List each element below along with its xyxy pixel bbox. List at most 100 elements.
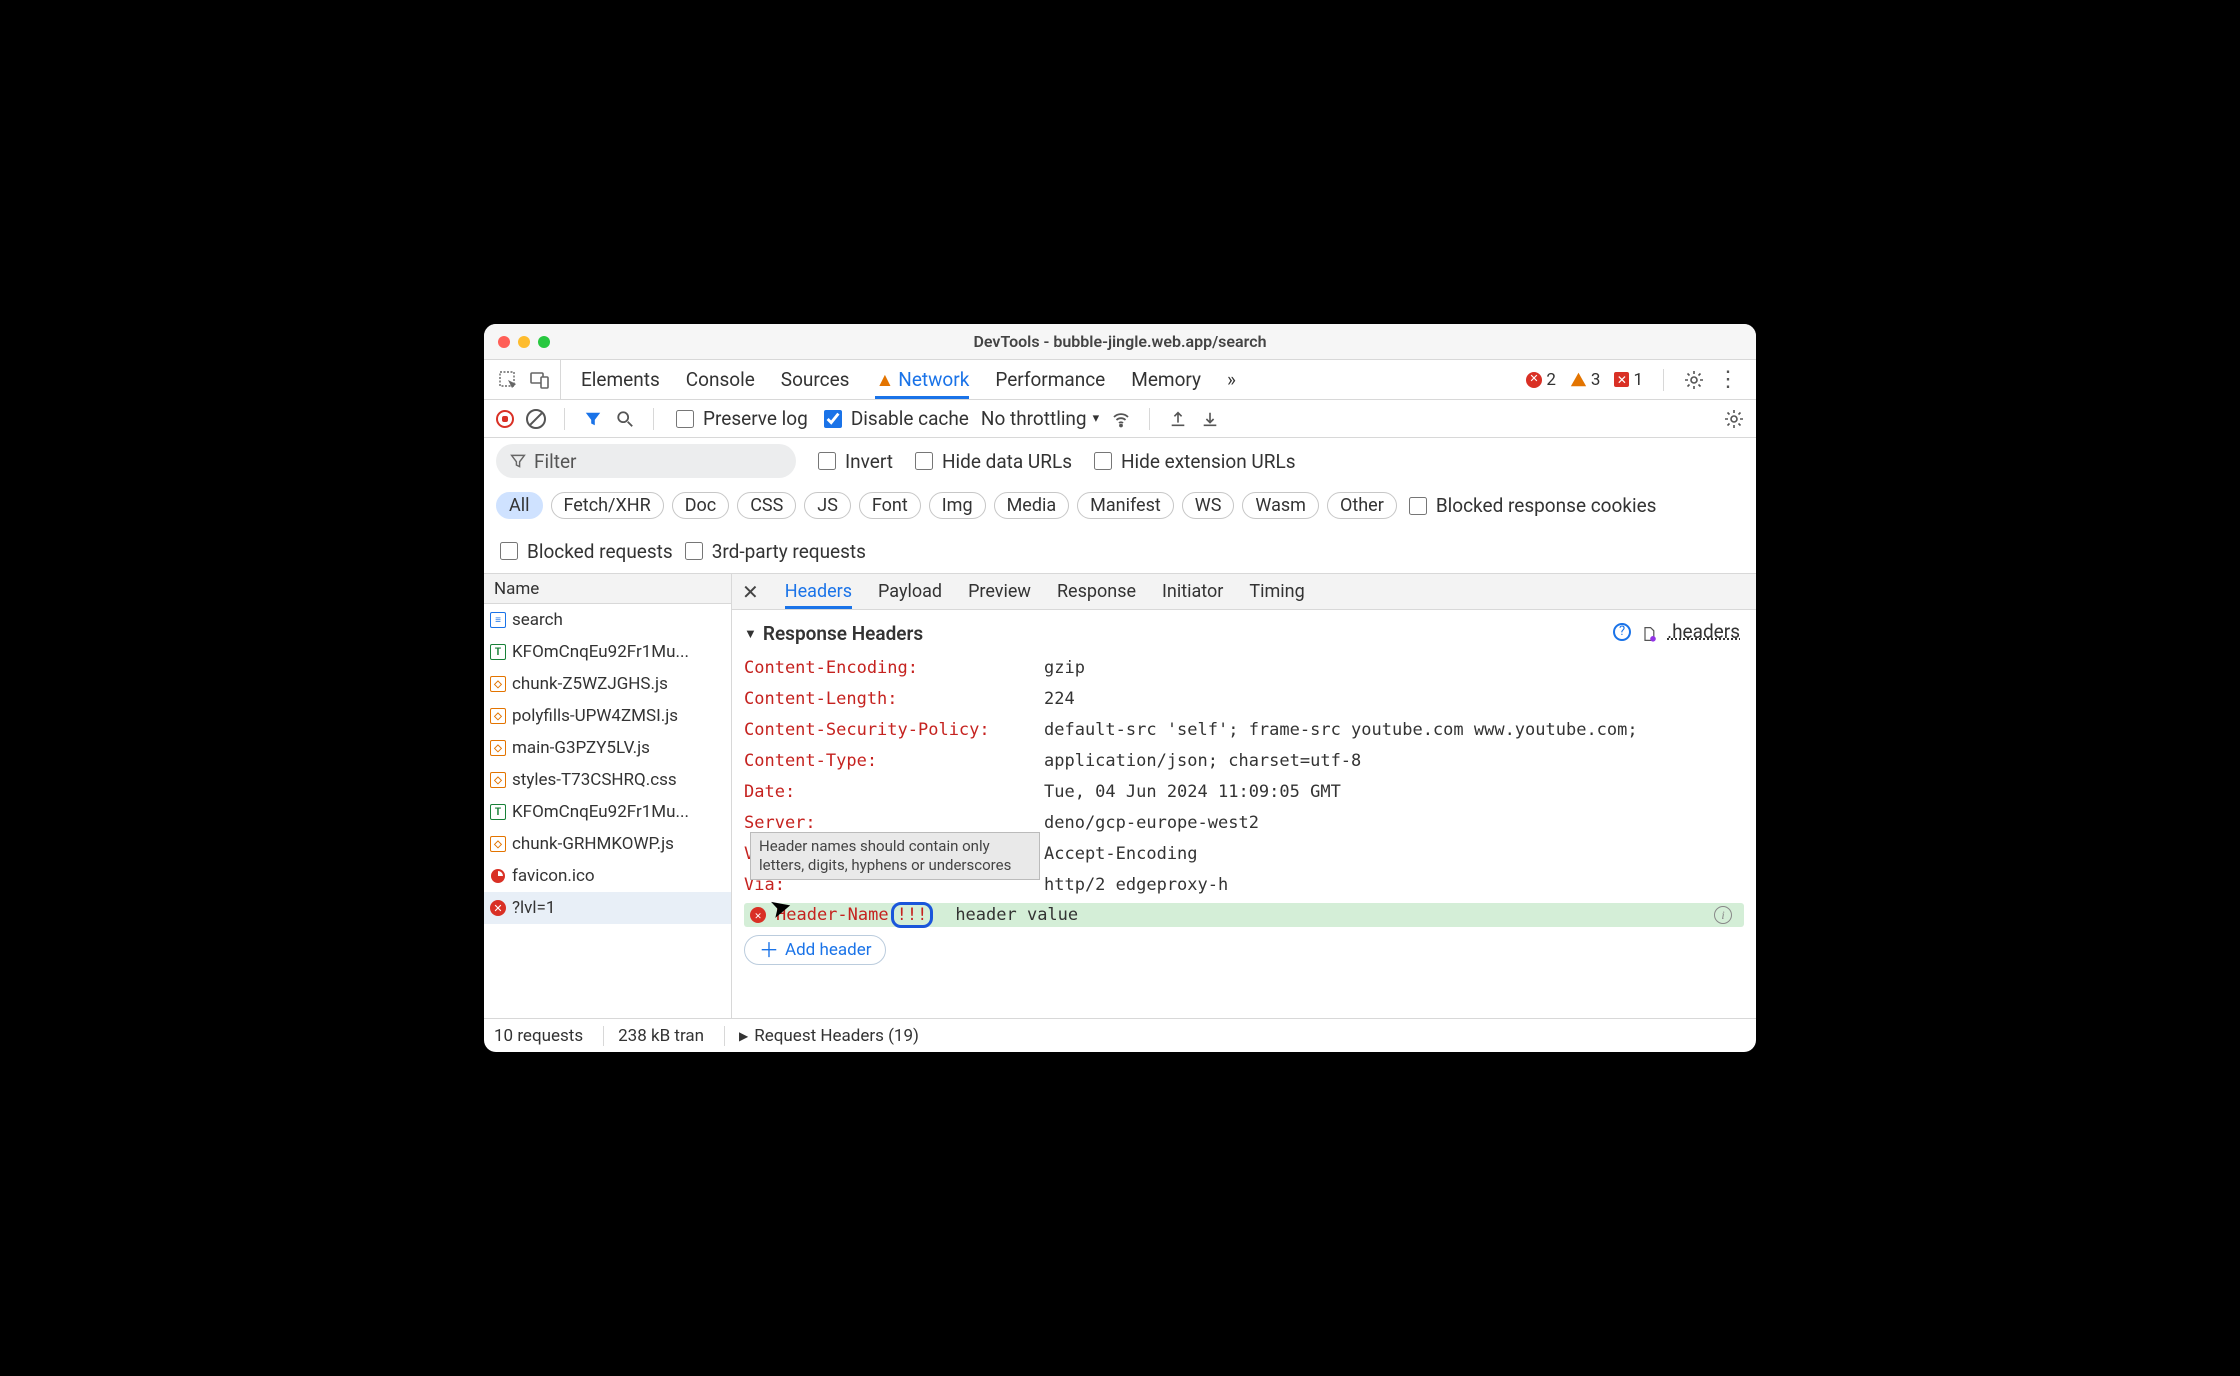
request-row[interactable]: ≡search: [484, 604, 731, 636]
inspect-icon[interactable]: [498, 370, 518, 390]
header-name: Content-Type:: [744, 746, 1044, 777]
plus-icon: ＋: [759, 944, 779, 956]
detail-tab-headers[interactable]: Headers: [785, 574, 852, 609]
header-name: Content-Security-Policy:: [744, 715, 1044, 746]
info-icon[interactable]: i: [1714, 906, 1732, 924]
type-pill-ws[interactable]: WS: [1182, 492, 1235, 519]
header-row: Content-Encoding:gzip: [744, 653, 1744, 684]
type-pill-fetchxhr[interactable]: Fetch/XHR: [551, 492, 664, 519]
error-icon: ✕: [750, 907, 766, 923]
disable-cache-checkbox[interactable]: Disable cache: [820, 407, 969, 431]
new-header-value[interactable]: header value: [935, 905, 1738, 925]
request-name: ?lvl=1: [512, 898, 555, 918]
hide-data-urls-checkbox[interactable]: Hide data URLs: [911, 449, 1072, 473]
favicon-icon: [490, 868, 506, 884]
error-count[interactable]: 2: [1526, 370, 1556, 390]
hide-extension-urls-checkbox[interactable]: Hide extension URLs: [1090, 449, 1296, 473]
request-row[interactable]: favicon.ico: [484, 860, 731, 892]
type-pill-css[interactable]: CSS: [737, 492, 796, 519]
type-pill-media[interactable]: Media: [994, 492, 1070, 519]
headers-file-link[interactable]: .headers: [1667, 620, 1740, 643]
status-bar: 10 requests 238 kB tran ▶ Request Header…: [484, 1018, 1756, 1052]
type-pill-other[interactable]: Other: [1327, 492, 1397, 519]
filter-toggle-icon[interactable]: [583, 409, 603, 429]
type-pill-wasm[interactable]: Wasm: [1242, 492, 1319, 519]
column-header-name[interactable]: Name: [484, 574, 731, 604]
detail-tab-payload[interactable]: Payload: [878, 574, 942, 609]
add-header-button[interactable]: ＋ Add header: [744, 935, 886, 965]
search-icon[interactable]: [615, 409, 635, 429]
network-toolbar: Preserve log Disable cache No throttling…: [484, 400, 1756, 438]
more-menu-icon[interactable]: ⋮: [1718, 370, 1738, 390]
request-name: KFOmCnqEu92Fr1Mu...: [512, 802, 689, 822]
detail-tab-initiator[interactable]: Initiator: [1162, 574, 1223, 609]
override-file-icon[interactable]: [1641, 624, 1657, 640]
header-value: Accept-Encoding: [1044, 839, 1198, 870]
more-tabs-button[interactable]: »: [1227, 360, 1236, 399]
clear-button[interactable]: [526, 409, 546, 429]
tab-network[interactable]: ▲Network: [875, 360, 969, 399]
main-tabs: Elements Console Sources ▲Network Performanc…: [561, 360, 1514, 399]
type-pill-doc[interactable]: Doc: [672, 492, 730, 519]
filter-input[interactable]: Filter: [496, 444, 796, 478]
type-pill-img[interactable]: Img: [929, 492, 986, 519]
throttling-dropdown[interactable]: No throttling▾: [981, 407, 1099, 430]
invert-checkbox[interactable]: Invert: [814, 449, 893, 473]
type-pill-all[interactable]: All: [496, 492, 543, 519]
type-pill-font[interactable]: Font: [859, 492, 921, 519]
main-tabs-bar: Elements Console Sources ▲Network Performanc…: [484, 360, 1756, 400]
request-name: styles-T73CSHRQ.css: [512, 770, 677, 790]
type-pill-manifest[interactable]: Manifest: [1077, 492, 1174, 519]
blocked-requests-checkbox[interactable]: Blocked requests: [496, 539, 673, 563]
document-icon: ≡: [490, 612, 506, 628]
header-value: 224: [1044, 684, 1075, 715]
request-row[interactable]: ◇main-G3PZY5LV.js: [484, 732, 731, 764]
warning-triangle-icon: ▲: [875, 368, 894, 392]
tab-sources[interactable]: Sources: [781, 360, 850, 399]
record-button[interactable]: [496, 410, 514, 428]
request-row[interactable]: ◇chunk-Z5WZJGHS.js: [484, 668, 731, 700]
request-headers-section[interactable]: ▶ Request Headers (19): [724, 1026, 919, 1046]
request-row[interactable]: ◇polyfills-UPW4ZMSI.js: [484, 700, 731, 732]
request-row[interactable]: ◇ chunk-GRHMKOWP.js: [484, 828, 731, 860]
preserve-log-checkbox[interactable]: Preserve log: [672, 407, 808, 431]
request-name: chunk-GRHMKOWP.js: [512, 834, 674, 854]
tab-elements[interactable]: Elements: [581, 360, 660, 399]
detail-tab-preview[interactable]: Preview: [968, 574, 1031, 609]
issue-count[interactable]: ✕1: [1614, 370, 1643, 390]
script-icon: ◇: [490, 708, 506, 724]
detail-tab-response[interactable]: Response: [1057, 574, 1136, 609]
settings-gear-icon[interactable]: [1684, 370, 1704, 390]
third-party-checkbox[interactable]: 3rd-party requests: [681, 539, 866, 563]
upload-har-icon[interactable]: [1168, 409, 1188, 429]
type-pill-js[interactable]: JS: [804, 492, 851, 519]
download-har-icon[interactable]: [1200, 409, 1220, 429]
tab-performance[interactable]: Performance: [995, 360, 1105, 399]
network-conditions-icon[interactable]: [1111, 409, 1131, 429]
header-value: application/json; charset=utf-8: [1044, 746, 1361, 777]
headers-panel: ? .headers ▼ Response Headers Content-En…: [732, 610, 1756, 1018]
warning-count[interactable]: 3: [1570, 370, 1601, 390]
help-icon[interactable]: ?: [1613, 623, 1631, 641]
blocked-cookies-checkbox[interactable]: Blocked response cookies: [1405, 494, 1657, 518]
new-header-row[interactable]: ✕ Header-Name!!! header value i: [744, 903, 1744, 927]
header-name: Content-Length:: [744, 684, 1044, 715]
tab-memory[interactable]: Memory: [1131, 360, 1201, 399]
tab-console[interactable]: Console: [686, 360, 755, 399]
response-headers-section[interactable]: ▼ Response Headers: [744, 622, 1744, 645]
network-settings-gear-icon[interactable]: [1724, 409, 1744, 429]
request-name: favicon.ico: [512, 866, 595, 886]
request-row[interactable]: ◇styles-T73CSHRQ.css: [484, 764, 731, 796]
detail-tabs: ✕ Headers Payload Preview Response Initiator…: [732, 574, 1756, 610]
device-toolbar-icon[interactable]: [530, 370, 550, 390]
header-value: default-src 'self'; frame-src youtube.co…: [1044, 715, 1638, 746]
request-row[interactable]: TKFOmCnqEu92Fr1Mu...: [484, 796, 731, 828]
request-row[interactable]: TKFOmCnqEu92Fr1Mu...: [484, 636, 731, 668]
devtools-window: DevTools - bubble-jingle.web.app/search …: [484, 324, 1756, 1052]
request-name: KFOmCnqEu92Fr1Mu...: [512, 642, 689, 662]
script-icon: ◇: [490, 836, 506, 852]
header-row: Date:Tue, 04 Jun 2024 11:09:05 GMT: [744, 777, 1744, 808]
detail-tab-timing[interactable]: Timing: [1249, 574, 1304, 609]
close-detail-icon[interactable]: ✕: [742, 580, 759, 604]
request-row[interactable]: ✕?lvl=1: [484, 892, 731, 924]
